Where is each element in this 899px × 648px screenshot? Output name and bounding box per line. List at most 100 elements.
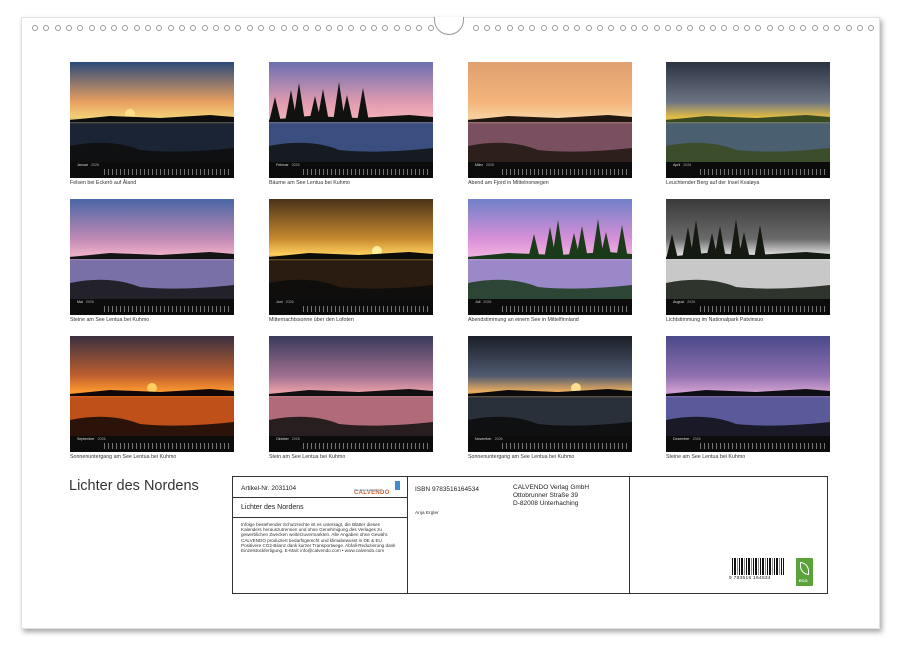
photo-caption: Steine am See Lentua bei Kuhmo (666, 454, 745, 460)
month-name: November2026 (475, 437, 503, 441)
binding-ring (281, 25, 287, 31)
month-name: August2026 (673, 300, 695, 304)
calvendo-logo: CALVENDO Vom Herzen begleitet (354, 481, 400, 493)
binding-ring (778, 25, 784, 31)
day-grid (502, 169, 628, 175)
binding-ring (484, 25, 490, 31)
binding-ring (55, 25, 61, 31)
month-name: Juli2026 (475, 300, 491, 304)
author: Anja Ergler (415, 511, 439, 516)
calendar-strip: Dezember2026 (666, 436, 830, 452)
binding-ring (518, 25, 524, 31)
month-photo (468, 62, 632, 162)
binding-ring (631, 25, 637, 31)
binding-ring (292, 25, 298, 31)
calendar-strip: Juni2026 (269, 299, 433, 315)
month-name: Mai2026 (77, 300, 94, 304)
day-grid (104, 306, 230, 312)
binding-ring (32, 25, 38, 31)
photo-caption: Bäume am See Lentua bei Kuhmo (269, 180, 350, 186)
calendar-strip: September2026 (70, 436, 234, 452)
binding-ring (213, 25, 219, 31)
binding-ring (394, 25, 400, 31)
photo-caption: Mitternachtssonne über den Lofoten (269, 317, 354, 323)
day-grid (303, 306, 429, 312)
binding-ring (315, 25, 321, 31)
binding-ring (541, 25, 547, 31)
photo-caption: Stein am See Lentua bei Kuhmo (269, 454, 345, 460)
calendar-title: Lichter des Nordens (69, 478, 199, 494)
month-photo (70, 62, 234, 162)
binding-ring (326, 25, 332, 31)
calendar-strip: August2026 (666, 299, 830, 315)
binding-ring (247, 25, 253, 31)
calendar-strip: Oktober2026 (269, 436, 433, 452)
binding-ring (597, 25, 603, 31)
calendar-strip: Februar2026 (269, 162, 433, 178)
photo-caption: Leuchtender Berg auf der Insel Kvaløya (666, 180, 759, 186)
binding-ring (258, 25, 264, 31)
day-grid (502, 306, 628, 312)
barcode-number: 9 783516 164534 (729, 576, 771, 581)
binding-ring (699, 25, 705, 31)
isbn: ISBN 9783516164534 (415, 486, 479, 493)
binding-ring (744, 25, 750, 31)
binding-ring (552, 25, 558, 31)
binding-ring (428, 25, 434, 31)
day-grid (700, 443, 826, 449)
publisher-address: CALVENDO Verlag GmbH Ottobrunner Straße … (513, 484, 589, 508)
binding-ring (89, 25, 95, 31)
month-photo (666, 199, 830, 299)
legal-notice: Infolge bestehender Schutzrechte ist es … (241, 522, 401, 553)
binding-ring (654, 25, 660, 31)
binding-ring (710, 25, 716, 31)
calendar-strip: Mai2026 (70, 299, 234, 315)
binding-ring (202, 25, 208, 31)
binding-ring (145, 25, 151, 31)
binding-ring (405, 25, 411, 31)
binding-ring (507, 25, 513, 31)
month-name: Oktober2026 (276, 437, 300, 441)
day-grid (104, 443, 230, 449)
photo-caption: Felsen bei Eckerö auf Åland (70, 180, 136, 186)
month-photo (269, 336, 433, 436)
month-photo (468, 199, 632, 299)
binding-ring (620, 25, 626, 31)
month-name: Februar2026 (276, 163, 300, 167)
eco-logo: ECO (796, 558, 813, 586)
binding-ring (823, 25, 829, 31)
calendar-strip: Juli2026 (468, 299, 632, 315)
leaf-icon (800, 562, 809, 575)
binding-ring (586, 25, 592, 31)
binding-ring (134, 25, 140, 31)
binding-ring (66, 25, 72, 31)
binding-ring (371, 25, 377, 31)
info-column-isbn: ISBN 9783516164534 Anja Ergler CALVENDO … (408, 477, 630, 593)
month-name: Juni2026 (276, 300, 294, 304)
month-photo (269, 199, 433, 299)
month-photo (468, 336, 632, 436)
day-grid (303, 443, 429, 449)
article-number: Artikel-Nr. 2031104 (241, 485, 296, 492)
day-grid (700, 169, 826, 175)
month-photo (70, 336, 234, 436)
binding-ring (179, 25, 185, 31)
binding-ring (846, 25, 852, 31)
binding-ring (665, 25, 671, 31)
info-column-article: Artikel-Nr. 2031104 CALVENDO Vom Herzen … (233, 477, 408, 593)
binding-ring (857, 25, 863, 31)
day-grid (303, 169, 429, 175)
month-photo (666, 336, 830, 436)
month-photo (666, 62, 830, 162)
calendar-strip: November2026 (468, 436, 632, 452)
month-name: März2026 (475, 163, 494, 167)
photo-caption: Lichtstimmung im Nationalpark Patvinsuo (666, 317, 763, 323)
month-photo (70, 199, 234, 299)
calendar-strip: März2026 (468, 162, 632, 178)
photo-caption: Sonnenuntergang am See Lentua bei Kuhmo (468, 454, 574, 460)
month-name: April2026 (673, 163, 691, 167)
binding-ring (473, 25, 479, 31)
day-grid (104, 169, 230, 175)
photo-caption: Abend am Fjord in Mittelnorwegen (468, 180, 549, 186)
photo-caption: Abendstimmung an einem See in Mittelfinn… (468, 317, 579, 323)
